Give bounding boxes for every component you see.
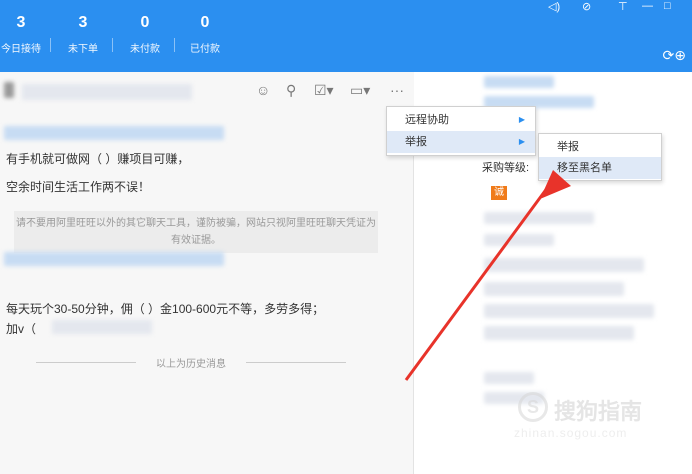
submenu-item-blacklist[interactable]: 移至黑名单 (539, 157, 661, 179)
info-blurred (484, 326, 634, 340)
info-blurred (484, 76, 554, 88)
more-icon[interactable]: ··· (390, 82, 404, 98)
chat-message: 每天玩个30-50分钟，佣（ ）金100-600元不等，多劳多得； (6, 302, 325, 316)
sogou-watermark: S 搜狗指南 zhinan.sogou.com (514, 390, 684, 446)
menu-item-label: 举报 (405, 136, 427, 148)
sogou-logo-icon: S (518, 392, 548, 422)
header-bar: 3 今日接待 3 未下单 0 未付款 0 已付款 ◁) ⊘ ⊤ — □ ⟳⊕ (0, 0, 692, 72)
sender-name-blurred (4, 252, 224, 266)
chat-message: 加v（ (6, 322, 37, 336)
minimize-icon[interactable]: — (642, 0, 653, 12)
edit-icon[interactable]: ☑▾ (314, 82, 334, 99)
stat-unpaid[interactable]: 0 未付款 (124, 14, 166, 55)
info-blurred (484, 372, 534, 384)
smiley-icon[interactable]: ☺ (256, 82, 270, 98)
sound-icon[interactable]: ◁) (548, 0, 560, 13)
submenu-item-report[interactable]: 举报 (539, 136, 661, 158)
submenu-arrow-icon: ▶ (518, 137, 525, 146)
info-blurred (484, 282, 624, 296)
submenu-arrow-icon: ▶ (518, 115, 525, 124)
stat-label: 未下单 (68, 44, 98, 55)
refresh-icon[interactable]: ⟳⊕ (663, 47, 686, 64)
chat-message: 空余时间生活工作两不误！ (6, 180, 151, 194)
cheng-badge-icon: 诚 (491, 186, 507, 200)
watermark-url: zhinan.sogou.com (514, 426, 628, 440)
divider (36, 362, 136, 363)
sender-name-blurred (4, 126, 224, 140)
contact-blurred (52, 320, 152, 334)
stat-label: 今日接待 (1, 44, 41, 55)
stat-not-ordered[interactable]: 3 未下单 (62, 14, 104, 55)
stat-value: 0 (200, 14, 210, 31)
stat-today-received[interactable]: 3 今日接待 (0, 14, 42, 55)
stat-label: 已付款 (190, 44, 220, 55)
help-icon[interactable]: ⊘ (582, 0, 591, 13)
divider (50, 38, 51, 52)
pin-icon[interactable]: ⊤ (618, 0, 628, 13)
screen: 3 今日接待 3 未下单 0 未付款 0 已付款 ◁) ⊘ ⊤ — □ ⟳⊕ ☺ (0, 0, 692, 474)
gift-icon[interactable]: ⚲ (286, 82, 296, 99)
safety-notice: 请不要用阿里旺旺以外的其它聊天工具，谨防被骗，网站只视阿里旺旺聊天凭证为有效证据… (14, 211, 378, 253)
info-blurred (484, 304, 654, 318)
stat-value: 3 (16, 14, 26, 31)
info-blurred (484, 212, 594, 224)
menu-item-report[interactable]: 举报 ▶ (387, 131, 535, 153)
stat-label: 未付款 (130, 44, 160, 55)
context-menu: 远程协助 ▶ 举报 ▶ (386, 106, 536, 156)
chat-panel: ☺ ⚲ ☑▾ ▭▾ ··· 有手机就可做网（ ）赚项目可赚， 空余时间生活工作两… (0, 72, 414, 474)
stat-value: 0 (140, 14, 150, 31)
contact-name-blurred (22, 84, 192, 100)
menu-item-label: 远程协助 (405, 114, 449, 126)
info-blurred (484, 234, 554, 246)
divider (246, 362, 346, 363)
divider (112, 38, 113, 52)
purchase-level-label: 采购等级: (482, 162, 530, 174)
chat-toolbar: ☺ ⚲ ☑▾ ▭▾ ··· (0, 72, 414, 110)
menu-item-remote-assist[interactable]: 远程协助 ▶ (387, 109, 535, 131)
maximize-icon[interactable]: □ (664, 0, 671, 12)
stat-paid[interactable]: 0 已付款 (184, 14, 226, 55)
history-label: 以上为历史消息 (156, 359, 226, 370)
video-icon[interactable]: ▭▾ (350, 82, 370, 99)
history-divider: 以上为历史消息 (36, 355, 356, 370)
watermark-main: 搜狗指南 (554, 399, 643, 424)
divider (174, 38, 175, 52)
info-blurred (484, 258, 644, 272)
report-submenu: 举报 移至黑名单 (538, 133, 662, 181)
stat-value: 3 (78, 14, 88, 31)
chat-message: 有手机就可做网（ ）赚项目可赚， (6, 152, 190, 166)
avatar (4, 82, 14, 98)
